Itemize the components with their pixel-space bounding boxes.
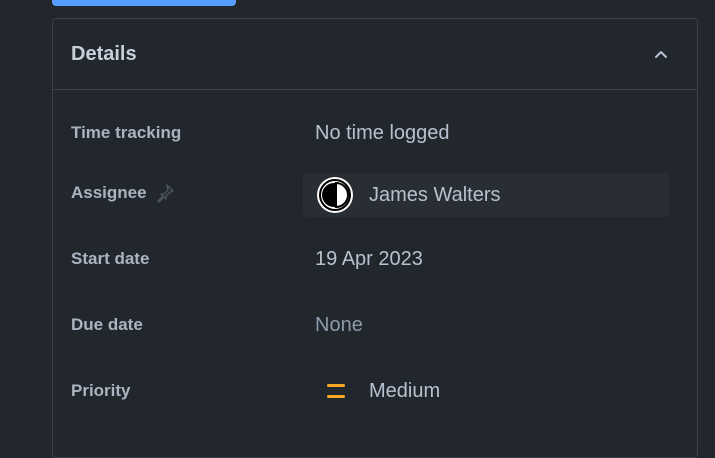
medium-priority-icon bbox=[327, 384, 345, 398]
primary-action-button[interactable] bbox=[52, 0, 236, 6]
details-title: Details bbox=[71, 42, 137, 65]
time-tracking-value[interactable]: No time logged bbox=[315, 111, 450, 155]
details-panel: Details Time tracking No time logged Ass… bbox=[52, 18, 698, 458]
due-date-value[interactable]: None bbox=[315, 303, 363, 347]
details-header[interactable]: Details bbox=[53, 19, 697, 90]
collapse-button[interactable] bbox=[651, 45, 671, 65]
assignee-field[interactable]: James Walters bbox=[303, 173, 669, 217]
time-tracking-label: Time tracking bbox=[71, 123, 182, 142]
priority-row: Priority Medium bbox=[53, 369, 697, 413]
start-date-label: Start date bbox=[71, 249, 150, 268]
priority-label: Priority bbox=[71, 381, 131, 400]
start-date-value[interactable]: 19 Apr 2023 bbox=[315, 237, 423, 281]
assignee-label-wrap: Assignee bbox=[71, 171, 175, 215]
assignee-label: Assignee bbox=[71, 183, 147, 202]
chevron-up-icon bbox=[655, 51, 667, 58]
priority-value: Medium bbox=[369, 379, 441, 402]
avatar bbox=[317, 177, 353, 213]
avatar-icon bbox=[319, 179, 351, 211]
pin-icon[interactable] bbox=[155, 183, 175, 203]
assignee-name: James Walters bbox=[369, 183, 501, 206]
priority-field[interactable]: Medium bbox=[327, 369, 440, 413]
time-tracking-row: Time tracking No time logged bbox=[53, 111, 697, 155]
start-date-row: Start date 19 Apr 2023 bbox=[53, 237, 697, 281]
assignee-row: Assignee James Walters bbox=[53, 171, 697, 217]
due-date-label: Due date bbox=[71, 315, 143, 334]
due-date-row: Due date None bbox=[53, 303, 697, 347]
